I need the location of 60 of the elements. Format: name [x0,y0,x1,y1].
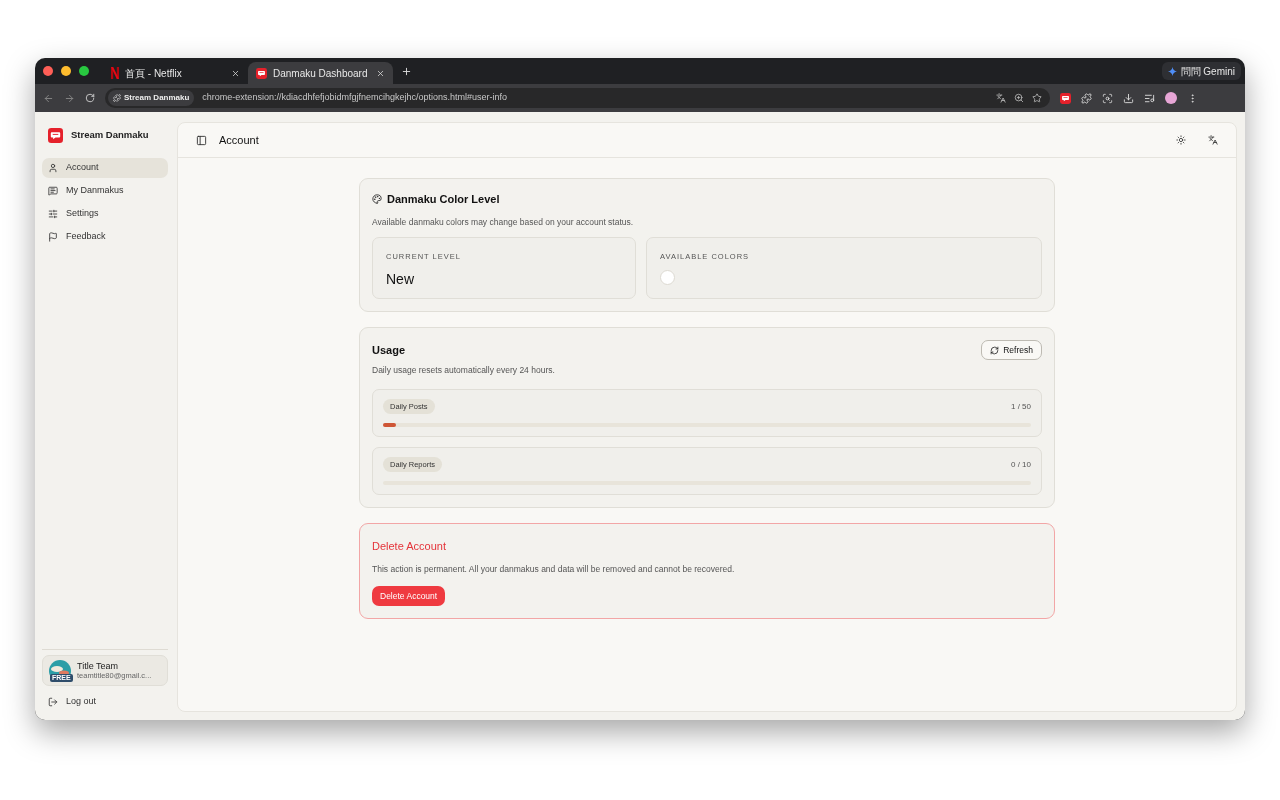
puzzle-icon[interactable] [1081,92,1092,104]
address-bar[interactable]: Stream Danmaku chrome-extension://kdiacdhfefjobidmfgjfnemcihgkejhc/options.html#user-info [105,88,1050,108]
back-icon[interactable] [43,92,54,104]
new-tab-icon[interactable] [401,65,412,77]
card-description: Daily usage resets automatically every 24 hours. [372,364,556,377]
puzzle-icon [113,94,121,102]
sidebar-item[interactable]: Account [42,158,168,178]
card-title: Delete Account [372,539,447,554]
logo-icon [111,67,119,79]
sidebar-toggle-icon[interactable] [196,134,207,146]
app-name: Stream Danmaku [71,127,149,142]
refresh-button[interactable]: Refresh [981,340,1042,361]
sidebar-item[interactable]: Settings [42,204,168,224]
delete-account-button[interactable]: Delete Account [372,586,446,607]
zoom-window-icon[interactable] [79,66,89,76]
chat-logo-icon [1060,92,1071,104]
site-chip[interactable]: Stream Danmaku [108,90,195,106]
logout-link[interactable]: Log out [42,692,168,712]
theme-icon[interactable] [1176,135,1186,145]
user-name: Title Team [77,660,119,671]
palette-icon [372,194,382,205]
card-title: Danmaku Color Level [387,192,500,207]
tab-title: Danmaku Dashboard [273,66,369,81]
browser-tab[interactable]: Danmaku Dashboard [248,62,393,84]
download-icon[interactable] [1123,92,1134,104]
page-title: Account [219,132,260,148]
browser-tab[interactable]: 首頁 - Netflix [103,62,248,84]
flag-icon [48,232,58,242]
level-value: New [386,269,415,289]
meter-reading: 1 / 50 [1011,400,1031,413]
star-icon[interactable] [1032,93,1042,103]
sliders-icon [48,209,58,219]
sidebar-item[interactable]: My Danmakus [42,181,168,201]
minimize-window-icon[interactable] [61,66,71,76]
meter-reading: 0 / 10 [1011,458,1031,471]
forward-icon[interactable] [64,92,75,104]
refresh-icon [990,345,1000,355]
translate-icon[interactable] [996,93,1006,103]
message-icon [48,186,58,196]
scan-icon[interactable] [1102,92,1113,104]
close-tab-icon[interactable] [376,68,385,78]
reload-icon[interactable] [85,93,95,103]
close-window-icon[interactable] [43,66,53,76]
tab-title: 首頁 - Netflix [125,66,183,81]
media-icon[interactable] [1144,92,1155,104]
sidebar-item[interactable]: Feedback [42,227,168,247]
chat-logo-icon [256,67,267,79]
card-description: This action is permanent. All your danmakus and data will be removed and cannot be recovered. [372,562,736,576]
gemini-button[interactable]: 問問 Gemini [1161,62,1241,80]
sparkle-icon [1167,66,1177,76]
chat-logo-icon [48,127,63,143]
logout-icon [48,697,58,707]
translate-icon[interactable] [1208,135,1218,145]
url-text: chrome-extension://kdiacdhfefjobidmfgjfnemcihgkejhc/options.html#user-info [202,91,508,105]
card-description: Available danmaku colors may change based on your account status. [372,215,635,229]
zoom-icon[interactable] [1014,93,1024,103]
card-title: Usage [372,343,406,358]
user-icon [48,163,58,173]
close-tab-icon[interactable] [231,68,240,78]
profile-avatar-icon[interactable] [1165,92,1177,104]
